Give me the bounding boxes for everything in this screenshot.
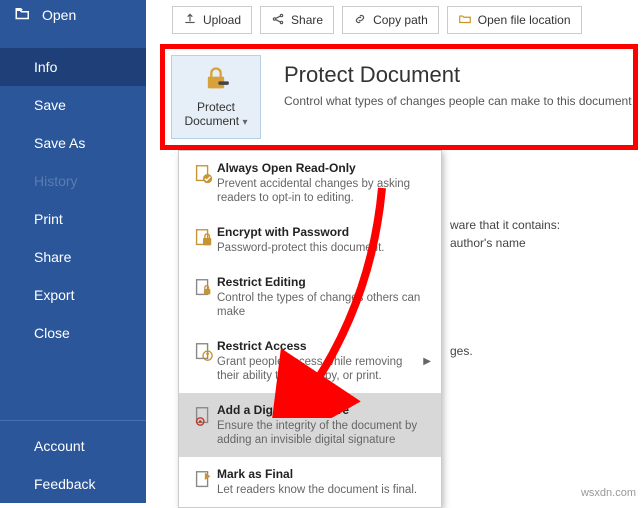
protect-document-desc: Control what types of changes people can…	[284, 94, 632, 108]
share-icon	[271, 12, 285, 29]
sidebar-item-feedback[interactable]: Feedback	[0, 465, 146, 503]
button-label-line2: Document	[184, 114, 239, 128]
button-label: Share	[291, 13, 323, 27]
folder-icon	[458, 12, 472, 29]
protect-document-title: Protect Document	[284, 62, 460, 88]
menu-item-desc: Control the types of changes others can …	[217, 291, 431, 319]
menu-item-restrict-editing[interactable]: Restrict Editing Control the types of ch…	[179, 265, 441, 329]
readonly-icon	[189, 161, 217, 205]
lock-shield-icon	[202, 65, 230, 100]
protect-document-button[interactable]: Protect Document ▾	[171, 55, 261, 139]
menu-item-title: Mark as Final	[217, 467, 431, 481]
menu-item-title: Encrypt with Password	[217, 225, 431, 239]
submenu-arrow-icon: ▶	[419, 356, 431, 367]
sidebar-open[interactable]: Open	[0, 0, 146, 30]
restrict-access-icon	[189, 339, 217, 383]
menu-item-encrypt[interactable]: Encrypt with Password Password-protect t…	[179, 215, 441, 265]
menu-item-digital-signature[interactable]: Add a Digital Signature Ensure the integ…	[179, 393, 441, 457]
sidebar-item-export[interactable]: Export	[0, 276, 146, 314]
folder-open-icon	[14, 5, 32, 26]
chevron-down-icon: ▾	[243, 117, 248, 128]
restrict-edit-icon	[189, 275, 217, 319]
upload-icon	[183, 12, 197, 29]
button-label: Copy path	[373, 13, 428, 27]
sidebar-item-label: Close	[34, 325, 70, 341]
menu-item-desc: Prevent accidental changes by asking rea…	[217, 177, 431, 205]
sidebar-item-label: Save As	[34, 135, 85, 151]
lock-icon	[189, 225, 217, 255]
sidebar-item-label: Share	[34, 249, 71, 265]
sidebar-item-label: Info	[34, 59, 57, 75]
menu-item-read-only[interactable]: Always Open Read-Only Prevent accidental…	[179, 151, 441, 215]
mark-final-icon	[189, 467, 217, 497]
sidebar-item-label: Save	[34, 97, 66, 113]
watermark: wsxdn.com	[581, 487, 636, 499]
sidebar-item-share[interactable]: Share	[0, 238, 146, 276]
button-label: Upload	[203, 13, 241, 27]
link-icon	[353, 12, 367, 29]
button-label-line1: Protect	[197, 100, 235, 114]
sidebar-item-label: History	[34, 173, 78, 189]
partial-text: ware that it contains: author's name	[450, 216, 560, 252]
sidebar-item-label: Export	[34, 287, 74, 303]
button-label: Open file location	[478, 13, 571, 27]
backstage-sidebar: Open Info Save Save As History Print Sha…	[0, 0, 146, 503]
menu-item-desc: Grant people access while removing their…	[217, 355, 419, 383]
menu-item-title: Always Open Read-Only	[217, 161, 431, 175]
share-button[interactable]: Share	[260, 6, 334, 34]
sidebar-item-saveas[interactable]: Save As	[0, 124, 146, 162]
sidebar-item-print[interactable]: Print	[0, 200, 146, 238]
menu-item-desc: Ensure the integrity of the document by …	[217, 419, 431, 447]
upload-button[interactable]: Upload	[172, 6, 252, 34]
signature-icon	[189, 403, 217, 447]
sidebar-open-label: Open	[42, 7, 76, 23]
info-toolbar: Upload Share Copy path Open file locatio…	[172, 6, 582, 34]
menu-item-mark-final[interactable]: Mark as Final Let readers know the docum…	[179, 457, 441, 507]
sidebar-item-label: Account	[34, 438, 85, 454]
partial-text: ges.	[450, 344, 473, 358]
sidebar-item-close[interactable]: Close	[0, 314, 146, 352]
sidebar-item-label: Feedback	[34, 476, 95, 492]
sidebar-item-account[interactable]: Account	[0, 427, 146, 465]
menu-item-desc: Let readers know the document is final.	[217, 483, 431, 497]
menu-item-desc: Password-protect this document.	[217, 241, 431, 255]
protect-document-menu: Always Open Read-Only Prevent accidental…	[178, 150, 442, 508]
menu-item-restrict-access[interactable]: Restrict Access Grant people access whil…	[179, 329, 441, 393]
sidebar-item-info[interactable]: Info	[0, 48, 146, 86]
open-file-location-button[interactable]: Open file location	[447, 6, 582, 34]
menu-item-title: Restrict Editing	[217, 275, 431, 289]
menu-item-title: Restrict Access	[217, 339, 419, 353]
sidebar-items: Info Save Save As History Print Share Ex…	[0, 48, 146, 352]
copy-path-button[interactable]: Copy path	[342, 6, 439, 34]
menu-item-title: Add a Digital Signature	[217, 403, 431, 417]
sidebar-item-label: Print	[34, 211, 63, 227]
sidebar-item-history: History	[0, 162, 146, 200]
sidebar-separator	[0, 420, 146, 421]
sidebar-item-save[interactable]: Save	[0, 86, 146, 124]
